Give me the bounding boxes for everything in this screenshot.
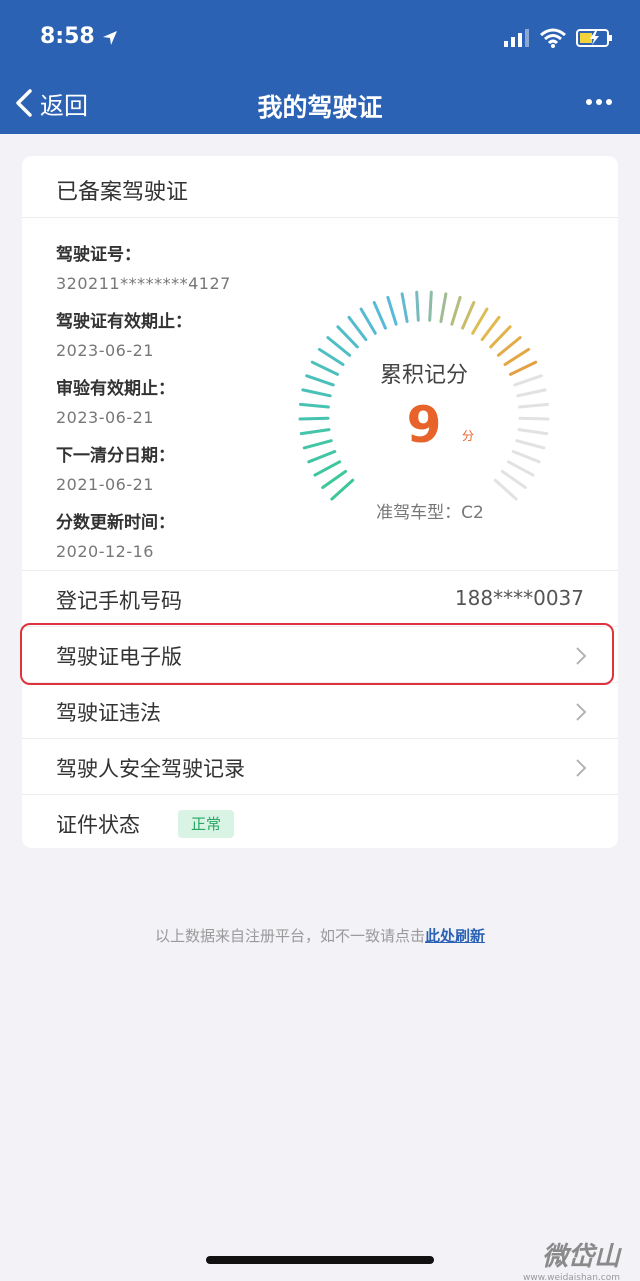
gauge-tick — [506, 460, 535, 477]
gauge-tick — [496, 336, 522, 357]
gauge-tick — [518, 402, 549, 409]
status-label: 证件状态 — [56, 813, 140, 837]
license-number-value: 320211********4127 — [56, 274, 231, 293]
gauge-tick — [386, 295, 398, 326]
safety-record-row[interactable]: 驾驶人安全驾驶记录 — [22, 738, 618, 794]
gauge-tick — [302, 439, 333, 450]
footer-note: 以上数据来自注册平台，如不一致请点击此处刷新 — [0, 925, 640, 946]
violations-label: 驾驶证违法 — [56, 701, 161, 725]
gauge-tick — [471, 307, 489, 335]
review-expiry-value: 2023-06-21 — [56, 408, 154, 427]
chevron-right-icon — [576, 647, 587, 665]
gauge-tick — [509, 360, 538, 376]
gauge-tick — [513, 374, 543, 387]
gauge-tick — [428, 290, 433, 322]
more-icon[interactable] — [584, 92, 614, 112]
refresh-link[interactable]: 此处刷新 — [425, 927, 485, 945]
gauge-tick — [330, 478, 355, 501]
card-header-title: 已备案驾驶证 — [56, 180, 189, 205]
status-icons — [504, 26, 614, 50]
gauge-tick — [359, 307, 377, 335]
watermark-name: 微岱山 — [541, 1242, 620, 1272]
e-license-row[interactable]: 驾驶证电子版 — [22, 626, 618, 682]
gauge-tick — [518, 416, 550, 421]
gauge-tick — [415, 290, 420, 322]
status-row: 证件状态 正常 — [22, 794, 618, 850]
chevron-right-icon — [576, 759, 587, 777]
gauge-tick — [305, 374, 335, 387]
next-clear-date-field: 下一清分日期： 2021-06-21 — [56, 441, 175, 494]
gauge-tick — [317, 347, 345, 366]
gauge-tick — [439, 292, 448, 323]
page-title: 我的驾驶证 — [257, 93, 383, 122]
gauge-tick — [299, 428, 331, 436]
next-clear-date-label: 下一清分日期： — [56, 446, 175, 466]
violations-row[interactable]: 驾驶证违法 — [22, 682, 618, 738]
gauge-tick — [298, 416, 330, 421]
gauge-tick — [516, 388, 547, 398]
nav-bar: 返回 我的驾驶证 — [0, 72, 640, 134]
gauge-tick — [511, 450, 541, 464]
score-value: 9 — [407, 396, 442, 454]
wifi-icon — [540, 28, 566, 48]
safety-record-label: 驾驶人安全驾驶记录 — [56, 757, 245, 781]
gauge-tick — [500, 469, 527, 489]
score-gauge: 累积记分 9 分 准驾车型：C2 — [298, 290, 550, 523]
phone-label: 登记手机号码 — [56, 589, 182, 613]
gauge-tick — [321, 469, 348, 489]
watermark: 微岱山 www.weidaishan.com — [523, 1236, 620, 1281]
next-clear-date-value: 2021-06-21 — [56, 475, 154, 494]
license-expiry-field: 驾驶证有效期止： 2023-06-21 — [56, 307, 192, 360]
gauge-tick — [299, 402, 330, 409]
review-expiry-field: 审验有效期止： 2023-06-21 — [56, 374, 175, 427]
gauge-tick — [326, 336, 352, 357]
score-unit: 分 — [462, 429, 474, 443]
card-header: 已备案驾驶证 — [22, 156, 618, 218]
phone-value: 188****0037 — [454, 586, 584, 610]
battery-charging-icon — [576, 29, 612, 47]
gauge-tick — [372, 301, 387, 330]
gauge-tick — [313, 460, 342, 477]
gauge-tick — [503, 347, 531, 366]
license-number-label: 驾驶证号： — [56, 245, 141, 265]
gauge-tick — [517, 428, 549, 436]
signal-icon — [504, 29, 529, 47]
gauge-tick — [450, 295, 462, 326]
score-update-value: 2020-12-16 — [56, 542, 154, 561]
phone-row: 登记手机号码 188****0037 — [22, 570, 618, 626]
gauge-tick — [515, 439, 546, 450]
e-license-label: 驾驶证电子版 — [56, 645, 182, 669]
status-bar: 8:58 — [0, 0, 640, 72]
score-update-field: 分数更新时间： 2020-12-16 — [56, 508, 175, 561]
license-number-field: 驾驶证号： 320211********4127 — [56, 240, 231, 293]
footer-note-text: 以上数据来自注册平台，如不一致请点击 — [154, 927, 425, 945]
gauge-tick — [489, 325, 512, 349]
gauge-tick — [310, 360, 339, 376]
gauge-tick — [493, 478, 518, 501]
license-card: 已备案驾驶证 驾驶证号： 320211********4127 驾驶证有效期止：… — [22, 156, 618, 848]
license-expiry-label: 驾驶证有效期止： — [56, 312, 192, 332]
gauge-tick — [461, 301, 476, 330]
status-time: 8:58 — [40, 24, 95, 49]
gauge-tick — [400, 292, 409, 323]
score-update-label: 分数更新时间： — [56, 513, 175, 533]
vehicle-type: 准驾车型：C2 — [376, 503, 484, 523]
home-indicator[interactable] — [206, 1256, 434, 1264]
gauge-title: 累积记分 — [380, 363, 468, 388]
gauge-tick — [336, 325, 359, 349]
chevron-right-icon — [576, 703, 587, 721]
review-expiry-label: 审验有效期止： — [56, 379, 175, 399]
gauge-tick — [307, 450, 337, 464]
gauge-tick — [301, 388, 332, 398]
gauge-tick — [347, 315, 368, 342]
watermark-url: www.weidaishan.com — [523, 1273, 620, 1281]
gauge-tick — [480, 315, 501, 342]
status-badge: 正常 — [178, 810, 234, 838]
license-expiry-value: 2023-06-21 — [56, 341, 154, 360]
location-arrow-icon — [103, 31, 117, 45]
